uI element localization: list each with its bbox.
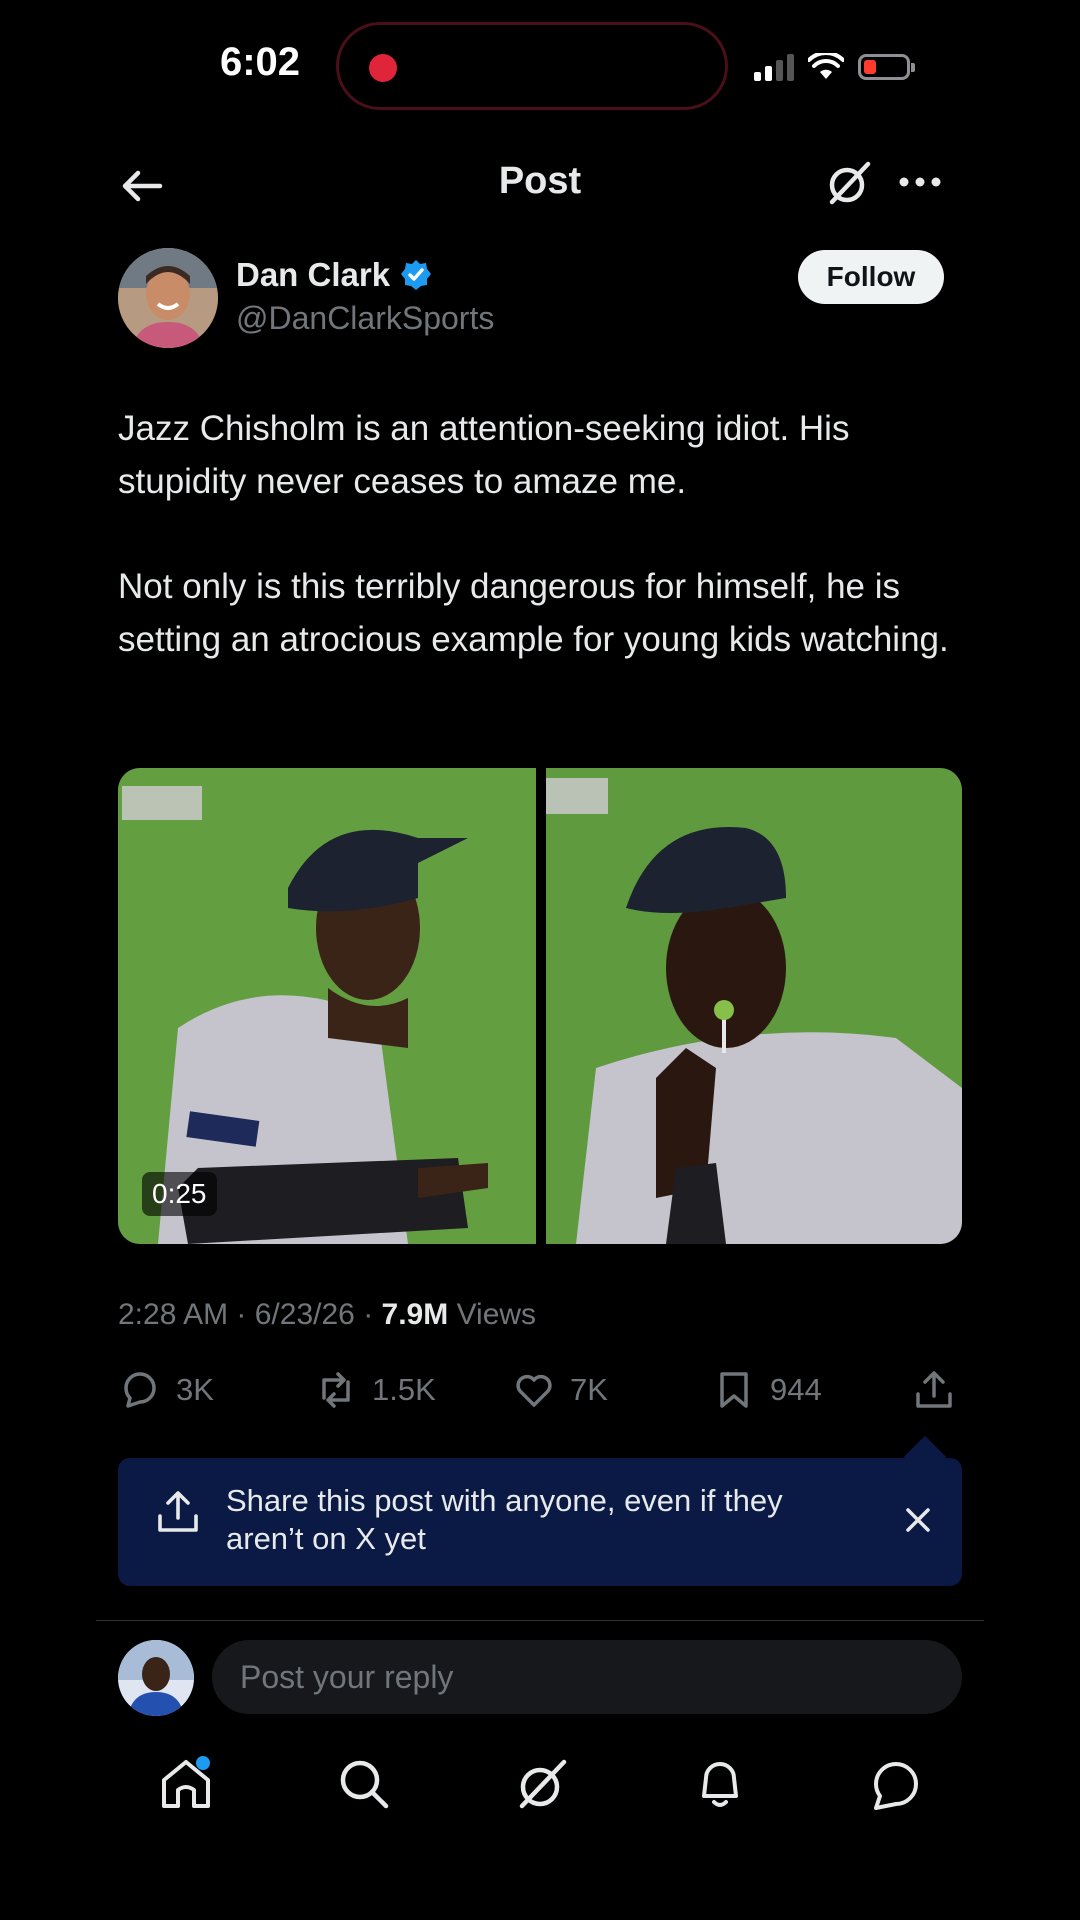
post-text: Jazz Chisholm is an attention-seeking id… [118, 402, 958, 666]
wifi-icon [808, 53, 844, 79]
search-icon[interactable] [334, 1754, 394, 1814]
status-time: 6:02 [219, 40, 301, 84]
reply-button[interactable]: 3K [118, 1368, 214, 1412]
share-banner: Share this post with anyone, even if the… [118, 1458, 962, 1586]
notification-dot [196, 1756, 210, 1770]
battery-icon [858, 54, 915, 80]
divider [96, 1620, 984, 1621]
video-duration: 0:25 [142, 1172, 217, 1216]
repost-button[interactable]: 1.5K [314, 1368, 436, 1412]
views-label: Views [456, 1298, 537, 1331]
post-time: 2:28 AM [118, 1298, 229, 1331]
author-name-row: Dan Clark [236, 256, 432, 294]
share-upload-icon [916, 1371, 952, 1408]
author-handle[interactable]: @DanClarkSports [236, 300, 494, 337]
status-bar: 6:02 [0, 0, 1080, 130]
video-frame-right [546, 768, 962, 1244]
message-icon[interactable] [866, 1754, 926, 1814]
views-count[interactable]: 7.9M [382, 1298, 449, 1331]
bookmark-button[interactable]: 944 [712, 1368, 822, 1412]
signal-icon [754, 53, 794, 81]
post-actions: 3K 1.5K 7K 944 [118, 1368, 962, 1418]
share-upload-icon [158, 1491, 198, 1532]
share-button[interactable] [912, 1368, 956, 1412]
recording-indicator-icon [369, 54, 397, 82]
share-banner-text: Share this post with anyone, even if the… [226, 1483, 783, 1556]
speech-bubble-icon [124, 1372, 156, 1408]
repost-icon [322, 1372, 350, 1408]
post-header: Post [0, 150, 1080, 220]
author-avatar[interactable] [118, 248, 218, 348]
post-meta: 2:28 AM · 6/23/26 · 7.9M Views [118, 1298, 537, 1331]
bookmark-icon [720, 1372, 748, 1408]
verified-badge-icon [401, 260, 432, 290]
bottom-nav [0, 1754, 1080, 1824]
like-button[interactable]: 7K [512, 1368, 608, 1412]
post-date: 6/23/26 [254, 1298, 355, 1331]
dynamic-island [336, 22, 728, 110]
reply-count: 3K [176, 1372, 214, 1407]
more-horizontal-icon[interactable] [896, 162, 944, 202]
post-paragraph: Jazz Chisholm is an attention-seeking id… [118, 409, 850, 501]
close-icon[interactable] [898, 1500, 938, 1540]
reply-input[interactable] [212, 1640, 962, 1714]
user-avatar[interactable] [118, 1640, 194, 1716]
post-paragraph: Not only is this terribly dangerous for … [118, 567, 949, 659]
video-frame-left: 0:25 [118, 768, 536, 1244]
grok-icon[interactable] [512, 1754, 572, 1814]
bell-icon[interactable] [690, 1754, 750, 1814]
author-name[interactable]: Dan Clark [236, 256, 390, 294]
grok-icon[interactable] [826, 158, 872, 208]
follow-button[interactable]: Follow [798, 250, 944, 304]
post-video[interactable]: 0:25 [118, 768, 962, 1244]
bookmark-count: 944 [770, 1372, 822, 1407]
repost-count: 1.5K [372, 1372, 436, 1407]
heart-icon [516, 1374, 552, 1407]
like-count: 7K [570, 1372, 608, 1407]
status-icons [754, 50, 915, 84]
